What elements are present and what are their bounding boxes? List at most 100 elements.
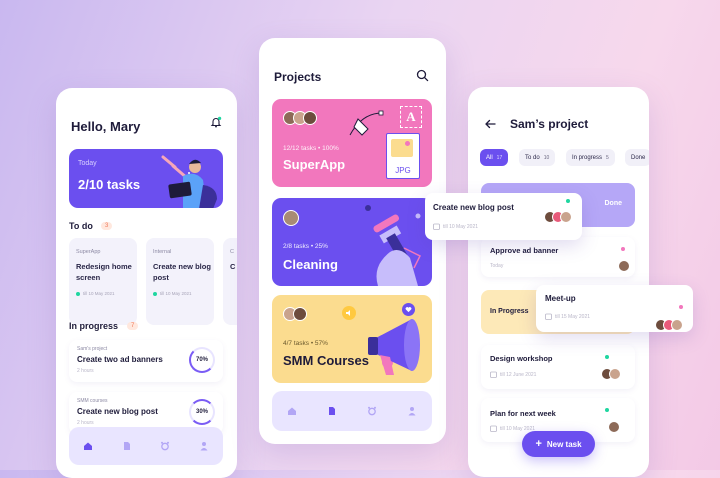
task-row[interactable]: Approve ad banner Today xyxy=(481,237,635,277)
status-dot xyxy=(566,199,570,203)
floating-task-card[interactable]: Create new blog post till 10 May 2021 xyxy=(425,193,582,240)
todo-card[interactable]: C C b xyxy=(223,238,237,325)
todo-count-badge: 3 xyxy=(101,222,113,230)
project-count: 12/12 tasks • 100% xyxy=(283,145,339,152)
search-icon[interactable] xyxy=(416,69,429,82)
calendar-icon xyxy=(433,223,440,230)
new-task-button[interactable]: + New task xyxy=(522,431,595,457)
avatar-group xyxy=(283,111,317,125)
done-label: Done xyxy=(604,200,623,207)
task-title: Plan for next week xyxy=(490,409,556,418)
task-date: Today xyxy=(490,263,504,269)
todo-title: Redesign home screen xyxy=(76,262,132,282)
bottom-nav xyxy=(69,427,223,465)
greeting: Hello, Mary xyxy=(71,119,141,134)
home-icon[interactable] xyxy=(83,441,93,451)
progress-ring: 70% xyxy=(189,347,215,373)
avatar xyxy=(619,261,629,271)
todo-date: till 10 May 2021 xyxy=(160,291,192,296)
profile-icon[interactable] xyxy=(199,441,209,451)
megaphone-icon xyxy=(368,319,420,375)
todo-card[interactable]: Internal Create new blog post till 10 Ma… xyxy=(146,238,214,325)
alarm-icon[interactable] xyxy=(160,441,170,451)
avatar-group xyxy=(655,319,683,331)
progress-title: Create two ad banners xyxy=(77,355,163,364)
today-label: Today xyxy=(78,160,97,167)
today-card[interactable]: Today 2/10 tasks xyxy=(69,149,223,208)
progress-item[interactable]: Sam's project Create two ad banners 2 ho… xyxy=(69,340,223,382)
chip-label: Done xyxy=(631,154,646,161)
project-card-cleaning[interactable]: 2/8 tasks • 25% Cleaning xyxy=(272,198,432,286)
home-icon[interactable] xyxy=(287,406,297,416)
progress-time: 2 hours xyxy=(77,420,94,426)
avatar-group xyxy=(283,307,307,321)
status-dot xyxy=(621,247,625,251)
chip-count: 17 xyxy=(496,154,503,161)
avatar xyxy=(303,111,317,125)
todo-title: C b xyxy=(230,262,237,271)
calendar-icon xyxy=(545,313,552,320)
filter-chip-all[interactable]: All 17 xyxy=(480,149,509,166)
alarm-icon[interactable] xyxy=(367,406,377,416)
calendar-icon xyxy=(490,425,497,432)
task-title: Design workshop xyxy=(490,354,553,363)
project-count: 2/8 tasks • 25% xyxy=(283,243,328,250)
task-title: Create new blog post xyxy=(433,203,514,212)
progress-time: 2 hours xyxy=(77,368,94,374)
avatar xyxy=(609,422,619,432)
bell-icon[interactable] xyxy=(210,116,222,128)
avatar xyxy=(609,368,621,380)
status-dot xyxy=(153,292,157,296)
today-value: 2/10 tasks xyxy=(78,177,141,192)
status-dot xyxy=(605,355,609,359)
task-date: till 12 June 2021 xyxy=(500,372,537,378)
person-illustration xyxy=(161,155,217,208)
task-title: Approve ad banner xyxy=(490,246,559,255)
profile-icon[interactable] xyxy=(407,406,417,416)
avatar-group xyxy=(601,368,621,380)
avatar xyxy=(671,319,683,331)
document-icon[interactable] xyxy=(122,441,132,451)
chip-label: All xyxy=(486,154,493,161)
in-progress-label: In Progress xyxy=(490,308,529,315)
avatar xyxy=(293,307,307,321)
project-name: Cleaning xyxy=(283,257,338,272)
todo-date: till 10 May 2021 xyxy=(83,291,115,296)
todo-category: C xyxy=(230,249,234,255)
chip-count: 10 xyxy=(543,154,550,161)
status-dot xyxy=(679,305,683,309)
chip-label: In progress xyxy=(572,154,603,161)
task-date: till 10 May 2021 xyxy=(443,224,479,230)
pen-tool-icon xyxy=(349,110,384,136)
project-detail-screen: Sam’s project All 17 To do 10 In progres… xyxy=(468,87,649,477)
speaker-icon xyxy=(342,306,356,320)
project-card-smm[interactable]: 4/7 tasks • 57% SMM Courses xyxy=(272,295,432,383)
cleaning-spray-icon xyxy=(365,205,422,286)
todo-card[interactable]: SuperApp Redesign home screen till 10 Ma… xyxy=(69,238,137,325)
floating-task-card[interactable]: Meet-up till 15 May 2021 xyxy=(536,285,693,332)
todo-heading: To do xyxy=(69,221,93,231)
project-name: SMM Courses xyxy=(283,353,369,368)
todo-category: Internal xyxy=(153,249,172,255)
document-icon[interactable] xyxy=(327,406,337,416)
status-dot xyxy=(76,292,80,296)
projects-screen: Projects 12/12 tasks • 100% SuperApp A J… xyxy=(259,38,446,444)
filter-chip-done[interactable]: Done xyxy=(625,149,649,166)
progress-title: Create new blog post xyxy=(77,407,158,416)
project-count: 4/7 tasks • 57% xyxy=(283,340,328,347)
avatar xyxy=(560,211,572,223)
page-title: Sam’s project xyxy=(510,117,589,131)
progress-heading: In progress xyxy=(69,321,119,331)
font-letter-icon: A xyxy=(400,106,422,128)
todo-category: SuperApp xyxy=(76,249,101,255)
filter-chip-todo[interactable]: To do 10 xyxy=(519,149,556,166)
progress-category: SMM courses xyxy=(77,398,108,404)
filter-chip-in-progress[interactable]: In progress 5 xyxy=(566,149,615,166)
avatar-group xyxy=(544,211,572,223)
task-date: till 15 May 2021 xyxy=(555,314,591,320)
progress-ring: 30% xyxy=(189,399,215,425)
project-card-superapp[interactable]: 12/12 tasks • 100% SuperApp A JPG xyxy=(272,99,432,187)
task-row[interactable]: Design workshop till 12 June 2021 xyxy=(481,345,635,389)
back-arrow-icon[interactable] xyxy=(484,119,496,129)
home-screen: Hello, Mary Today 2/10 tasks To do 3 Sup… xyxy=(56,88,237,478)
